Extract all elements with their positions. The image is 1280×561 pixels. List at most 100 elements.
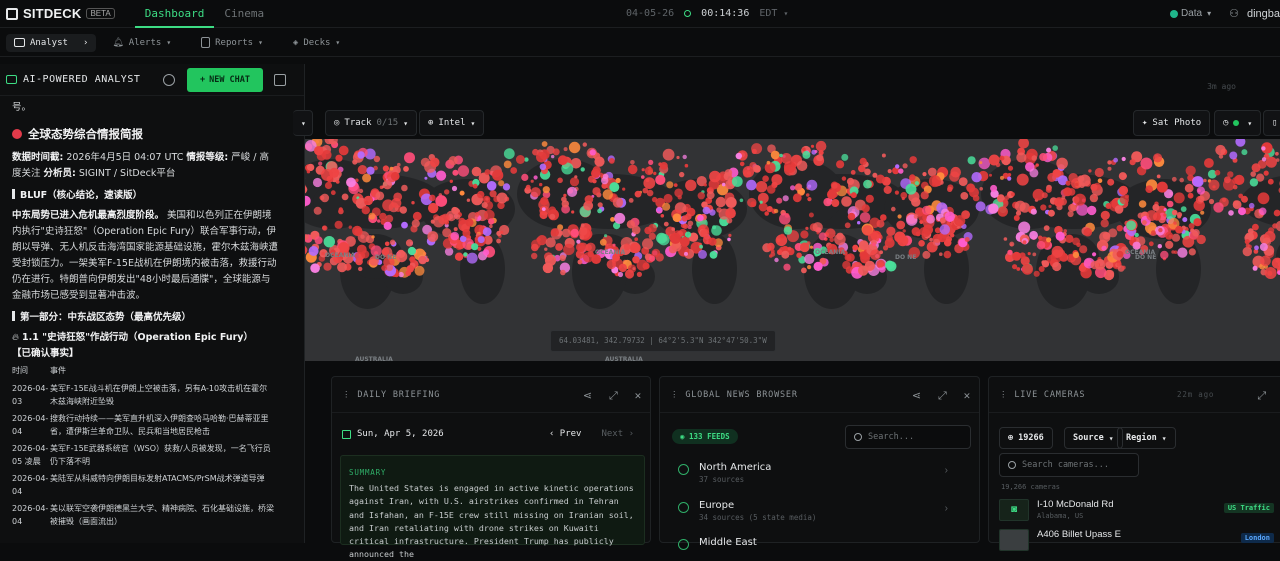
app-logo[interactable]: SITDECK BETA (6, 6, 115, 21)
new-chat-button[interactable]: + NEW CHAT (187, 68, 263, 92)
camera-list-item[interactable]: A406 Billet Upass E London (999, 529, 1274, 555)
red-circle-icon (12, 129, 22, 139)
subnav-analyst[interactable]: Analyst › (6, 34, 96, 52)
share-icon[interactable]: ⋖ (583, 389, 593, 403)
news-search-input[interactable]: Search... (845, 425, 971, 449)
event-marker (1172, 210, 1178, 216)
event-marker (674, 183, 678, 187)
toolbar-overflow-button[interactable]: ▾ (293, 110, 313, 136)
expand-icon[interactable]: ⤢ (938, 389, 948, 403)
event-marker (1258, 192, 1270, 204)
user-name[interactable]: dingba (1247, 8, 1280, 20)
drag-handle-icon[interactable]: ⋮ (670, 390, 679, 400)
sat-photo-button[interactable]: ✦ Sat Photo (1133, 110, 1210, 136)
event-marker (405, 270, 411, 276)
event-marker (576, 240, 580, 244)
event-marker (836, 160, 844, 168)
region-europe[interactable]: Europe34 sources (5 state media) › (678, 500, 958, 522)
event-marker (458, 218, 465, 225)
event-marker (362, 174, 371, 183)
event-marker (1052, 145, 1058, 151)
event-marker (436, 171, 446, 181)
camera-source-badge: US Traffic (1224, 503, 1274, 513)
event-marker (1061, 196, 1065, 200)
event-marker (579, 228, 591, 240)
event-marker (429, 195, 436, 202)
expand-icon[interactable]: ⤢ (1257, 389, 1267, 403)
event-marker (895, 164, 899, 168)
camera-list-item[interactable]: ◙ I-10 McDonald Rd Alabama, US US Traffi… (999, 499, 1274, 525)
history-icon[interactable] (163, 74, 175, 86)
event-marker (1090, 184, 1097, 191)
user-icon[interactable]: ⚇ (1229, 7, 1239, 20)
share-icon[interactable]: ⋖ (912, 389, 922, 403)
region-dropdown[interactable]: Region▾ (1117, 427, 1176, 449)
event-marker (390, 240, 396, 246)
prev-button[interactable]: ‹ Prev (549, 429, 582, 439)
world-map[interactable]: OCEANIAOCEANIADO NEOCEANIADO NEOCEANIADO… (305, 139, 1280, 361)
clock-timezone[interactable]: EDT ▾ (759, 8, 788, 19)
event-marker (1007, 250, 1012, 255)
event-marker (664, 194, 673, 203)
event-marker (1229, 152, 1237, 160)
clock-date: 04-05-26 (626, 8, 674, 19)
event-marker (1076, 243, 1081, 248)
layers-button[interactable]: ▯ (1263, 110, 1280, 136)
panel-header: ⋮ DAILY BRIEFING ⋖ ⤢ ✕ (332, 377, 650, 413)
data-menu[interactable]: Data ▾ (1170, 8, 1211, 19)
event-marker (1046, 187, 1052, 193)
region-north-america[interactable]: North America37 sources › (678, 462, 958, 484)
event-marker (1107, 160, 1111, 164)
drag-handle-icon[interactable]: ⋮ (999, 390, 1008, 400)
next-button[interactable]: Next › (601, 429, 634, 439)
event-marker (860, 158, 867, 165)
event-marker (610, 217, 615, 222)
search-icon (854, 433, 862, 441)
track-button[interactable]: ◎ Track 0/15 ▾ (325, 110, 417, 136)
event-marker (965, 237, 970, 242)
book-icon: ▯ (1272, 118, 1277, 128)
event-marker (1068, 204, 1076, 212)
expand-icon[interactable]: ⤢ (609, 389, 619, 403)
event-marker (1068, 211, 1074, 217)
close-icon[interactable]: ✕ (964, 389, 971, 403)
event-marker (607, 260, 616, 269)
daily-briefing-panel: ⋮ DAILY BRIEFING ⋖ ⤢ ✕ Sun, Apr 5, 2026 … (331, 376, 651, 543)
camera-search-input[interactable]: Search cameras... (999, 453, 1139, 477)
region-middle-east[interactable]: Middle East (678, 537, 958, 550)
event-marker (377, 219, 380, 222)
event-marker (829, 238, 834, 243)
event-marker (483, 227, 492, 236)
close-icon[interactable]: ✕ (635, 389, 642, 403)
event-marker (710, 251, 718, 259)
subnav-decks[interactable]: ◈ Decks▾ (293, 38, 340, 48)
event-marker (774, 258, 778, 262)
event-marker (923, 225, 933, 235)
event-marker (613, 197, 623, 207)
event-marker (947, 187, 952, 192)
drag-handle-icon[interactable]: ⋮ (342, 390, 351, 400)
event-marker (1023, 240, 1027, 244)
event-marker (663, 149, 675, 161)
intel-button[interactable]: ⊕ Intel ▾ (419, 110, 484, 136)
event-marker (683, 223, 689, 229)
source-dropdown[interactable]: Source▾ (1064, 427, 1123, 449)
event-marker (1254, 245, 1259, 250)
event-marker (1260, 256, 1271, 267)
landmass (1156, 234, 1201, 304)
event-marker (1084, 228, 1093, 237)
subnav-reports[interactable]: Reports▾ (201, 37, 263, 48)
bluf-heading: BLUF（核心结论，速读版） (12, 188, 278, 204)
map-canvas[interactable]: OCEANIAOCEANIADO NEOCEANIADO NEOCEANIADO… (305, 139, 1280, 361)
collapse-icon[interactable] (274, 74, 286, 86)
subnav-alerts[interactable]: 🔔︎ Alerts▾ (112, 38, 171, 48)
event-marker (918, 240, 925, 247)
tab-cinema[interactable]: Cinema (214, 0, 274, 28)
time-button[interactable]: ◷ ▾ (1214, 110, 1261, 136)
clock-time: 00:14:36 (701, 8, 749, 19)
event-marker (885, 261, 894, 270)
event-marker (939, 252, 943, 256)
event-marker (1032, 253, 1036, 257)
event-marker (567, 187, 577, 197)
tab-dashboard[interactable]: Dashboard (135, 0, 215, 28)
